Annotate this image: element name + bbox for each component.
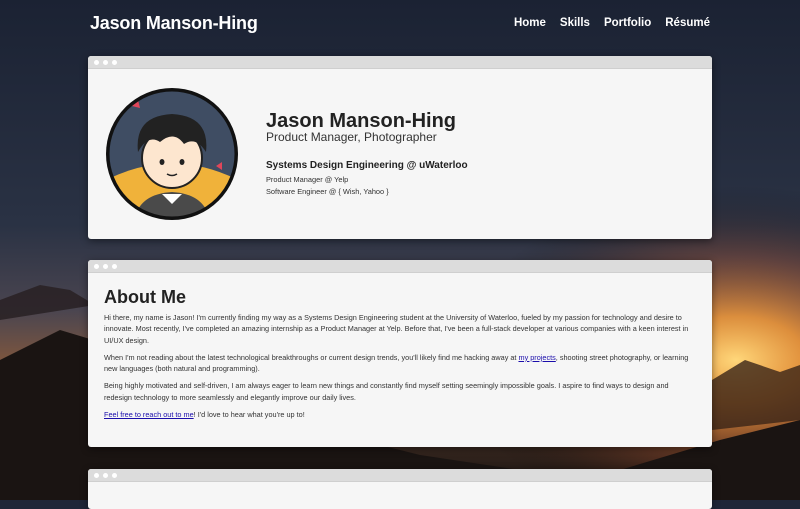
window-dot-icon xyxy=(94,472,99,478)
window-dot-icon xyxy=(112,59,117,65)
window-dot-icon xyxy=(103,263,108,269)
about-paragraph: Feel free to reach out to me! I'd love t… xyxy=(104,409,696,420)
nav-portfolio-link[interactable]: Portfolio xyxy=(604,17,651,29)
window-chrome-bar xyxy=(88,56,712,69)
contact-link[interactable]: Feel free to reach out to me xyxy=(104,410,194,419)
avatar xyxy=(104,86,240,222)
window-dot-icon xyxy=(94,263,99,269)
nav-skills-link[interactable]: Skills xyxy=(560,17,590,29)
about-paragraph: Hi there, my name is Jason! I'm currentl… xyxy=(104,313,689,345)
window-dot-icon xyxy=(94,59,99,65)
nav-home-link[interactable]: Home xyxy=(514,17,546,29)
window-chrome-bar xyxy=(88,260,712,273)
about-content: About Me Hi there, my name is Jason! I'm… xyxy=(88,273,712,420)
next-section-card xyxy=(88,469,712,509)
about-paragraph: Being highly motivated and self-driven, … xyxy=(104,381,669,402)
profile-education: Systems Design Engineering @ uWaterloo xyxy=(266,160,468,171)
about-paragraph: When I'm not reading about the latest te… xyxy=(104,352,696,375)
window-dot-icon xyxy=(103,59,108,65)
window-dot-icon xyxy=(112,263,117,269)
profile-card: Jason Manson-Hing Product Manager, Photo… xyxy=(88,56,712,239)
paragraph-text: When I'm not reading about the latest te… xyxy=(104,352,519,362)
nav-resume-link[interactable]: Résumé xyxy=(665,17,710,29)
paragraph-text: ! I'd love to hear what you're up to! xyxy=(193,410,305,420)
my-projects-link[interactable]: my projects xyxy=(518,353,555,362)
profile-title: Product Manager, Photographer xyxy=(266,130,437,144)
about-card: About Me Hi there, my name is Jason! I'm… xyxy=(88,260,712,447)
window-dot-icon xyxy=(112,472,117,478)
profile-role: Software Engineer @ { Wish, Yahoo } xyxy=(266,187,389,196)
profile-role: Product Manager @ Yelp xyxy=(266,175,349,184)
top-navigation-bar: Jason Manson-Hing Home Skills Portfolio … xyxy=(0,0,800,48)
window-dot-icon xyxy=(103,472,108,478)
site-brand[interactable]: Jason Manson-Hing xyxy=(90,13,258,34)
main-nav: Home Skills Portfolio Résumé xyxy=(514,17,710,29)
about-heading: About Me xyxy=(104,287,186,307)
window-chrome-bar xyxy=(88,469,712,482)
